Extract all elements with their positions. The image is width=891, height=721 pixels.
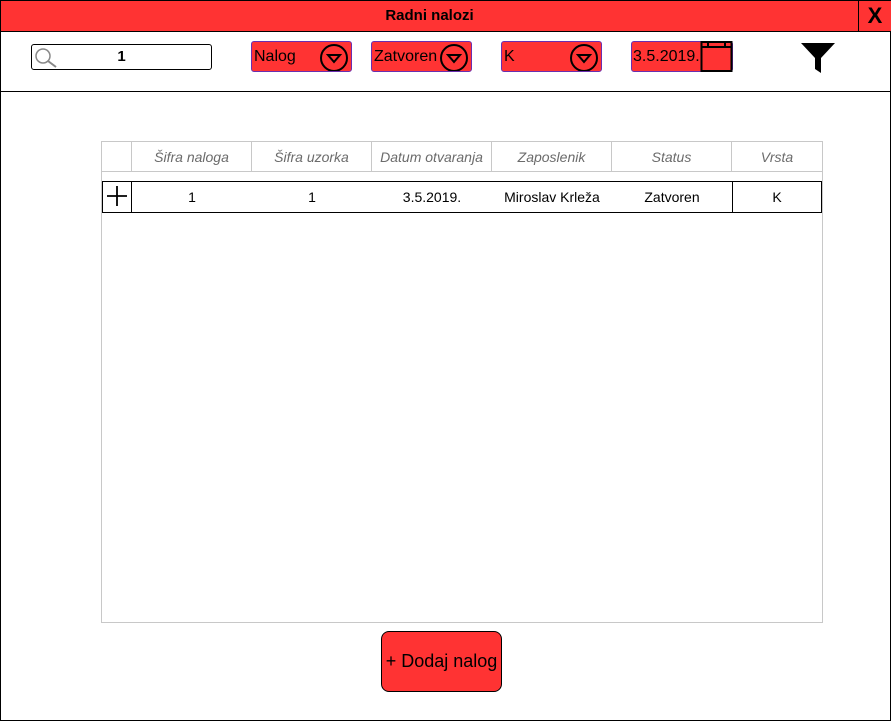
window-title: Radni nalozi	[1, 1, 858, 32]
add-order-button[interactable]: + Dodaj nalog	[381, 631, 502, 692]
cell-status: Zatvoren	[644, 189, 700, 205]
table-row[interactable]: 1 1 3.5.2019. Miroslav Krleža Zatvoren K	[102, 181, 822, 213]
status-dropdown-value: Zatvoren	[374, 48, 438, 65]
kind-dropdown-value: K	[504, 48, 515, 65]
header-sifra-naloga[interactable]: Šifra naloga	[132, 142, 252, 172]
search-input[interactable]: 1	[31, 44, 212, 70]
header-sifra-uzorka[interactable]: Šifra uzorka	[252, 142, 372, 172]
orders-table: Šifra naloga Šifra uzorka Datum otvaranj…	[101, 141, 823, 623]
dropdown-arrow-icon	[320, 44, 348, 71]
header-datum-otvaranja[interactable]: Datum otvaranja	[372, 142, 492, 172]
type-dropdown-value: Nalog	[254, 48, 296, 65]
close-button[interactable]: X	[858, 1, 891, 32]
filter-icon[interactable]	[800, 41, 836, 75]
status-dropdown[interactable]: Zatvoren	[371, 41, 472, 72]
expand-row-button[interactable]	[102, 182, 132, 212]
cell-zaposlenik: Miroslav Krleža	[504, 189, 600, 205]
calendar-icon[interactable]	[700, 40, 733, 73]
cell-vrsta: K	[732, 182, 822, 212]
cell-sifra-naloga: 1	[188, 189, 196, 205]
header-expand-column	[102, 142, 132, 172]
search-value: 1	[117, 48, 126, 65]
kind-dropdown[interactable]: K	[501, 41, 602, 72]
dropdown-arrow-icon	[570, 44, 598, 71]
toolbar-divider	[1, 91, 890, 92]
window: Radni nalozi X 1 Nalog Zatvoren K 3.5.20…	[0, 0, 891, 721]
date-picker[interactable]: 3.5.2019.	[631, 41, 733, 72]
cell-datum-otvaranja: 3.5.2019.	[402, 189, 462, 205]
header-vrsta[interactable]: Vrsta	[732, 142, 822, 172]
header-status[interactable]: Status	[612, 142, 732, 172]
cell-sifra-uzorka: 1	[308, 189, 316, 205]
type-dropdown[interactable]: Nalog	[251, 41, 352, 72]
header-zaposlenik[interactable]: Zaposlenik	[492, 142, 612, 172]
plus-icon	[107, 186, 127, 206]
date-picker-value: 3.5.2019.	[633, 48, 700, 65]
dropdown-arrow-icon	[440, 44, 468, 71]
